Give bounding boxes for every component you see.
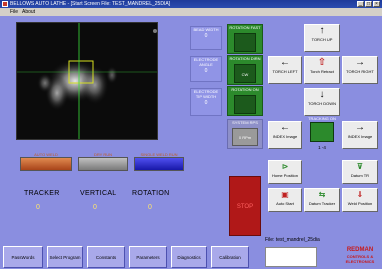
arrow-right-icon: → bbox=[355, 57, 365, 68]
index-image-right-label: INDEX Image bbox=[347, 134, 373, 139]
calibration-button[interactable]: Calibration bbox=[211, 246, 249, 268]
logo-line1: REDMAN bbox=[346, 247, 374, 253]
vertical-value: 0 bbox=[93, 204, 97, 211]
index-image-left-button[interactable]: ← INDEX Image bbox=[268, 121, 302, 149]
passwords-button[interactable]: PassWords bbox=[3, 246, 43, 268]
arrow-right-icon: → bbox=[355, 122, 365, 133]
electrode-angle-label: ELECTRODE ANGLE bbox=[193, 57, 219, 67]
weld-position-label: Weld Position bbox=[347, 201, 373, 206]
diagnostics-button[interactable]: Diagnostics bbox=[171, 246, 207, 268]
tracker-value: 0 bbox=[36, 204, 40, 211]
system-rps-value: 0 RPm bbox=[232, 128, 258, 146]
rotation-fast-indicator: ROTATION FAST bbox=[227, 24, 263, 54]
rotation-on-lamp bbox=[234, 95, 256, 114]
redman-logo: REDMAN CONTROLS & ELECTRONICS bbox=[340, 247, 380, 267]
rotation-fast-lamp bbox=[234, 33, 256, 52]
torch-left-button[interactable]: ← TORCH LEFT bbox=[268, 56, 302, 84]
index-image-left-label: INDEX Image bbox=[272, 134, 298, 139]
torch-up-label: TORCH UP bbox=[311, 37, 333, 42]
vertical-label: VERTICAL bbox=[80, 190, 117, 197]
torch-down-button[interactable]: ↓ TORCH DOWN bbox=[304, 88, 340, 116]
system-rps-label: SYSTEM RPS bbox=[232, 120, 258, 125]
title-bar: BELLOWS AUTO LATHE - [Start Screen File:… bbox=[0, 0, 382, 8]
parameters-button[interactable]: Parameters bbox=[129, 246, 167, 268]
status-box bbox=[265, 247, 317, 267]
arrow-left-icon: ← bbox=[280, 122, 290, 133]
arrow-up-icon: ↑ bbox=[319, 25, 325, 36]
electrode-angle-readout: ELECTRODE ANGLE 0 bbox=[190, 56, 222, 82]
rotation-fast-label: ROTATION FAST bbox=[229, 25, 261, 30]
menu-about[interactable]: About bbox=[22, 8, 35, 16]
datum-tracker-button[interactable]: ⇆ Datum Tracker bbox=[304, 188, 340, 212]
auto-start-icon: ▣ bbox=[281, 190, 289, 199]
rotation-label: ROTATION bbox=[132, 190, 170, 197]
auto-start-label: Auto Start bbox=[276, 201, 294, 206]
minimize-button[interactable]: _ bbox=[357, 1, 364, 7]
datum-tr-button[interactable]: ⊽ Datum TR bbox=[342, 160, 378, 184]
torch-left-label: TORCH LEFT bbox=[272, 69, 298, 74]
torch-retract-label: Torch Retract bbox=[310, 69, 334, 74]
index-image-right-button[interactable]: → INDEX Image bbox=[342, 121, 378, 149]
window-controls: _ □ × bbox=[357, 1, 380, 7]
torch-retract-icon: ⇧ bbox=[317, 57, 327, 68]
tracking-on-value: 1 -4 bbox=[318, 145, 326, 150]
menu-bar: File About bbox=[0, 8, 382, 16]
dry-run-indicator[interactable]: DRY RUN bbox=[78, 152, 128, 171]
dry-run-lamp bbox=[78, 157, 128, 171]
rotation-on-indicator: ROTATION ON bbox=[227, 86, 263, 116]
single-weld-run-lamp bbox=[134, 157, 184, 171]
select-program-button[interactable]: Select Program bbox=[47, 246, 83, 268]
bead-width-value: 0 bbox=[204, 33, 208, 39]
electrode-tip-width-readout: ELECTRODE TIP WIDTH 0 bbox=[190, 88, 222, 116]
torch-right-label: TORCH RIGHT bbox=[346, 69, 374, 74]
arrow-left-icon: ← bbox=[280, 57, 290, 68]
home-icon: ⊳ bbox=[281, 162, 289, 171]
logo-line3: ELECTRONICS bbox=[345, 259, 375, 264]
bead-width-label: BEAD WIDTH bbox=[193, 27, 219, 32]
camera-view bbox=[16, 22, 158, 140]
weld-position-button[interactable]: ⇓ Weld Position bbox=[342, 188, 378, 212]
maximize-button[interactable]: □ bbox=[365, 1, 372, 7]
arrow-down-icon: ↓ bbox=[319, 89, 325, 100]
rotation-dirn-label: ROTATION DIRN bbox=[229, 56, 261, 61]
datum-tr-label: Datum TR bbox=[350, 173, 370, 178]
tracking-on-label: TRACKING ON bbox=[308, 116, 336, 121]
single-weld-run-indicator[interactable]: SINGLE WELD RUN bbox=[134, 152, 184, 171]
torch-right-button[interactable]: → TORCH RIGHT bbox=[342, 56, 378, 84]
weld-position-icon: ⇓ bbox=[356, 190, 364, 199]
tracking-on-lamp bbox=[310, 122, 334, 142]
datum-icon: ⊽ bbox=[356, 162, 364, 171]
torch-up-button[interactable]: ↑ TORCH UP bbox=[304, 24, 340, 52]
datum-tracker-label: Datum Tracker bbox=[308, 201, 336, 206]
tracker-label: TRACKER bbox=[24, 190, 60, 197]
system-rps-indicator: SYSTEM RPS 0 RPm bbox=[227, 119, 263, 149]
torch-retract-button[interactable]: ⇧ Torch Retract bbox=[304, 56, 340, 84]
rotation-on-label: ROTATION ON bbox=[231, 87, 259, 92]
bead-width-readout: BEAD WIDTH 0 bbox=[190, 26, 222, 50]
electrode-angle-value: 0 bbox=[204, 68, 208, 74]
auto-start-button[interactable]: ▣ Auto Start bbox=[268, 188, 302, 212]
rotation-value: 0 bbox=[148, 204, 152, 211]
auto-weld-indicator[interactable]: AUTO WELD bbox=[20, 152, 72, 171]
constants-button[interactable]: Constants bbox=[87, 246, 125, 268]
auto-weld-lamp bbox=[20, 157, 72, 171]
menu-file[interactable]: File bbox=[10, 8, 18, 16]
rotation-dirn-indicator: ROTATION DIRN CW bbox=[227, 55, 263, 85]
camera-image bbox=[17, 23, 157, 139]
electrode-tip-width-value: 0 bbox=[204, 100, 208, 106]
close-button[interactable]: × bbox=[373, 1, 380, 7]
stop-button[interactable]: STOP bbox=[229, 176, 261, 236]
home-position-label: Home Position bbox=[271, 173, 298, 178]
electrode-tip-width-label: ELECTRODE TIP WIDTH bbox=[193, 89, 219, 99]
tracking-on-indicator: TRACKING ON 1 -4 bbox=[304, 116, 340, 154]
file-name-label: File: test_mandrel_25dia bbox=[265, 237, 320, 243]
single-weld-run-label: SINGLE WELD RUN bbox=[140, 152, 178, 157]
datum-tracker-icon: ⇆ bbox=[318, 190, 326, 199]
home-position-button[interactable]: ⊳ Home Position bbox=[268, 160, 302, 184]
rotation-dirn-lamp: CW bbox=[234, 64, 256, 83]
app-icon bbox=[2, 1, 8, 7]
window-title: BELLOWS AUTO LATHE - [Start Screen File:… bbox=[10, 1, 171, 7]
torch-down-label: TORCH DOWN bbox=[308, 101, 336, 106]
weld-mode-panel: AUTO WELD DRY RUN SINGLE WELD RUN bbox=[16, 150, 188, 178]
